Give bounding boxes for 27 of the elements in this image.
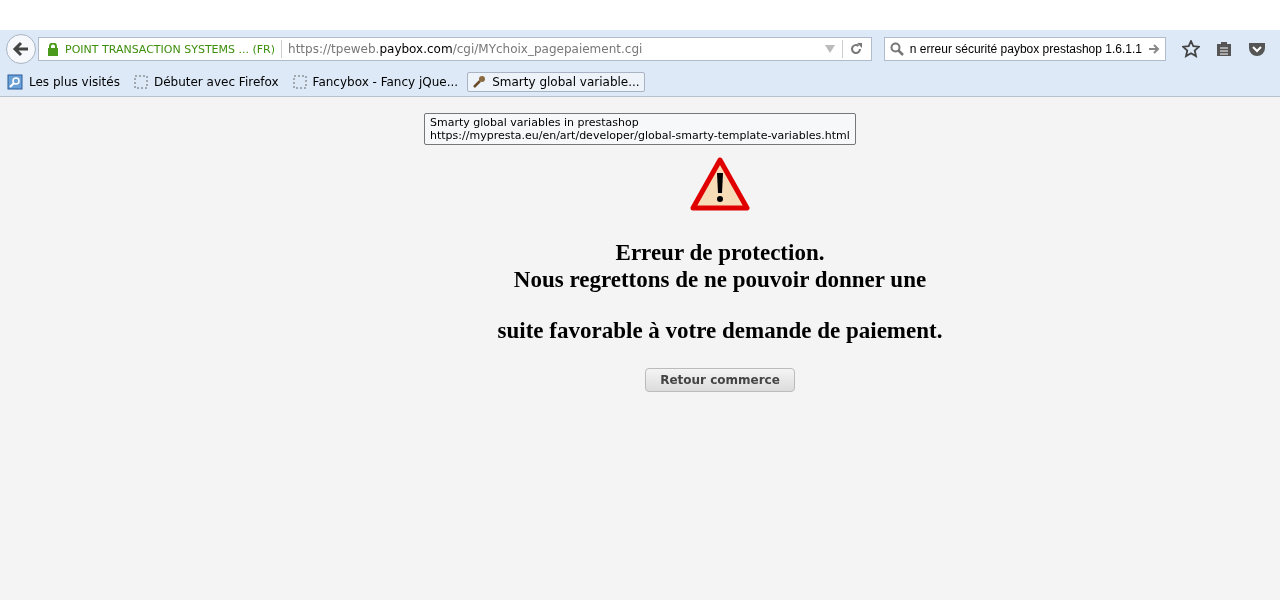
wrench-icon xyxy=(472,75,487,89)
search-icon xyxy=(889,42,904,56)
error-message: suite favorable à votre demande de paiement. xyxy=(497,317,943,344)
star-icon[interactable] xyxy=(1182,40,1200,58)
clipboard-list-icon[interactable] xyxy=(1216,41,1232,57)
bookmark-item[interactable]: Fancybox - Fancy jQue... xyxy=(287,72,464,92)
warning-icon xyxy=(690,157,750,211)
site-identity: POINT TRANSACTION SYSTEMS ... (FR) xyxy=(65,42,276,56)
search-field[interactable]: n erreur sécurité paybox prestashop 1.6.1.1 xyxy=(883,37,1166,61)
tooltip-title: Smarty global variables in prestashop xyxy=(430,116,640,129)
lock-icon xyxy=(47,42,59,56)
magnifier-page-icon xyxy=(7,74,23,90)
back-button[interactable] xyxy=(6,34,36,64)
bookmark-item[interactable]: Les plus visités xyxy=(2,71,125,93)
go-arrow-icon[interactable] xyxy=(1148,43,1160,55)
url-text: https://tpeweb.paybox.com/cgi/MYchoix_pagepaiement.cgi xyxy=(288,42,644,56)
back-arrow-icon xyxy=(12,40,30,58)
pocket-icon[interactable] xyxy=(1248,41,1266,57)
page-outline-icon xyxy=(292,75,307,89)
bookmark-item[interactable]: Débuter avec Firefox xyxy=(128,72,284,92)
address-field[interactable]: POINT TRANSACTION SYSTEMS ... (FR) https://tpeweb.paybox.com/cgi/MYchoix_pagepaiement.cgi xyxy=(38,37,872,61)
page-outline-icon xyxy=(133,75,148,89)
tooltip-url: https://mypresta.eu/en/art/developer/global-smarty-template-variables.html xyxy=(430,129,850,142)
bookmark-item[interactable]: Smarty global variable... xyxy=(467,72,645,92)
return-button[interactable]: Retour commerce xyxy=(645,368,795,392)
reload-icon[interactable] xyxy=(848,42,863,56)
error-heading: Erreur de protection. Nous regrettons de ne pouvoir donner une xyxy=(513,239,927,293)
